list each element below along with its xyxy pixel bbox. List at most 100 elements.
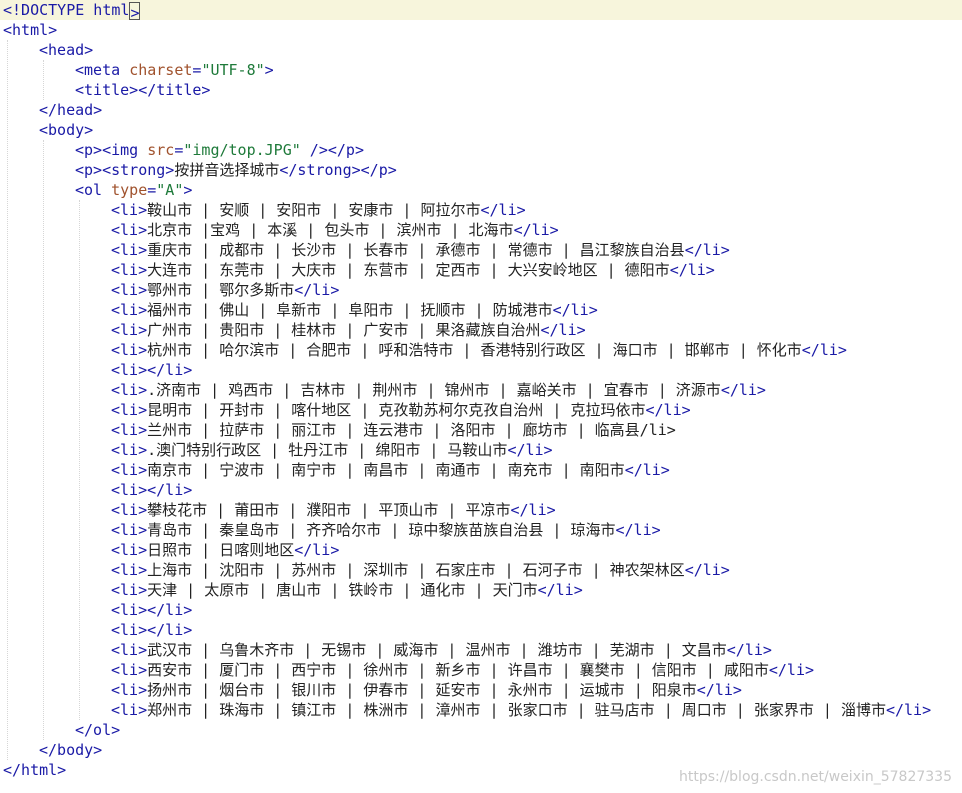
code-line: <li></li> (0, 480, 192, 500)
code-token: </strong></p> (279, 161, 397, 179)
code-line: <p><strong>按拼音选择城市</strong></p> (0, 160, 397, 180)
code-token: "A" (156, 181, 184, 199)
code-token: <li> (111, 581, 148, 599)
code-token: <li> (111, 241, 148, 259)
code-line: <li>杭州市 | 哈尔滨市 | 合肥市 | 呼和浩特市 | 香港特别行政区 |… (0, 340, 847, 360)
code-line: <li>青岛市 | 秦皇岛市 | 齐齐哈尔市 | 琼中黎族苗族自治县 | 琼海市… (0, 520, 661, 540)
code-line: <li>.澳门特别行政区 | 牡丹江市 | 绵阳市 | 马鞍山市</li> (0, 440, 553, 460)
code-text: 日照市 | 日喀则地区 (147, 541, 295, 559)
code-token: </li> (624, 461, 670, 479)
code-line: <p><img src="img/top.JPG" /></p> (0, 140, 364, 160)
code-line: <ol type="A"> (0, 180, 192, 200)
code-line: <li>天津 | 太原市 | 唐山市 | 铁岭市 | 通化市 | 天门市</li… (0, 580, 583, 600)
code-token: "UTF-8" (201, 61, 265, 79)
code-token: <p><img (75, 141, 148, 159)
code-line: </head> (0, 100, 102, 120)
code-token: type (111, 181, 148, 199)
code-token: <li></li> (111, 601, 193, 619)
code-line: <body> (0, 120, 93, 140)
code-token: <li> (111, 381, 148, 399)
code-token: </ol> (75, 721, 121, 739)
code-line: <li>广州市 | 贵阳市 | 桂林市 | 广安市 | 果洛藏族自治州</li> (0, 320, 586, 340)
code-token: <li></li> (111, 481, 193, 499)
code-token: /></p> (300, 141, 364, 159)
code-token: </li> (645, 401, 691, 419)
code-line: </html> (0, 760, 66, 780)
code-line: <li></li> (0, 620, 192, 640)
code-token: </li> (294, 541, 340, 559)
code-token: "img/top.JPG" (183, 141, 301, 159)
code-text: 鞍山市 | 安顺 | 安阳市 | 安康市 | 阿拉尔市 (147, 201, 481, 219)
code-text: 杭州市 | 哈尔滨市 | 合肥市 | 呼和浩特市 | 香港特别行政区 | 海口市… (147, 341, 802, 359)
code-text: 上海市 | 沈阳市 | 苏州市 | 深圳市 | 石家庄市 | 石河子市 | 神农… (147, 561, 685, 579)
code-token: <ol (75, 181, 112, 199)
code-token: </li> (540, 321, 586, 339)
code-token: <li> (111, 641, 148, 659)
code-line: <li>.济南市 | 鸡西市 | 吉林市 | 荆州市 | 锦州市 | 嘉峪关市 … (0, 380, 766, 400)
code-text: 武汉市 | 乌鲁木齐市 | 无锡市 | 威海市 | 温州市 | 潍坊市 | 芜湖… (147, 641, 727, 659)
code-text: .澳门特别行政区 | 牡丹江市 | 绵阳市 | 马鞍山市 (147, 441, 508, 459)
code-token: <!DOCTYPE html (3, 1, 130, 19)
code-text: 重庆市 | 成都市 | 长沙市 | 长春市 | 承德市 | 常德市 | 昌江黎族… (147, 241, 685, 259)
code-line: <li>攀枝花市 | 莆田市 | 濮阳市 | 平顶山市 | 平凉市</li> (0, 500, 556, 520)
code-line: <li>重庆市 | 成都市 | 长沙市 | 长春市 | 承德市 | 常德市 | … (0, 240, 730, 260)
code-line: <li>南京市 | 宁波市 | 南宁市 | 南昌市 | 南通市 | 南充市 | … (0, 460, 670, 480)
code-token: src (147, 141, 175, 159)
code-token: <li> (111, 541, 148, 559)
code-token: </li> (801, 341, 847, 359)
code-line: <!DOCTYPE html> (0, 0, 962, 22)
code-line: <li>福州市 | 佛山 | 阜新市 | 阜阳市 | 抚顺市 | 防城港市</l… (0, 300, 598, 320)
code-token: </li> (684, 241, 730, 259)
code-token: </li> (726, 641, 772, 659)
code-token: <li> (111, 441, 148, 459)
code-token: <li> (111, 401, 148, 419)
code-token: <li> (111, 321, 148, 339)
code-line: </ol> (0, 720, 120, 740)
code-token: <li> (111, 281, 148, 299)
code-text: 兰州市 | 拉萨市 | 丽江市 | 连云港市 | 洛阳市 | 廊坊市 | 临高县… (147, 421, 676, 439)
code-token: </li> (768, 661, 815, 679)
code-token: <li> (111, 201, 148, 219)
code-token: </li> (615, 521, 661, 539)
code-text: 广州市 | 贵阳市 | 桂林市 | 广安市 | 果洛藏族自治州 (147, 321, 541, 339)
code-text: 按拼音选择城市 (174, 161, 280, 179)
code-token: <li> (111, 221, 148, 239)
code-text: 攀枝花市 | 莆田市 | 濮阳市 | 平顶山市 | 平凉市 (147, 501, 511, 519)
code-line: <li>北京市 |宝鸡 | 本溪 | 包头市 | 滨州市 | 北海市</li> (0, 220, 559, 240)
code-line: <title></title> (0, 80, 210, 100)
code-token: <li> (111, 301, 148, 319)
code-text: 鄂州市 | 鄂尔多斯市 (147, 281, 295, 299)
code-token: </body> (39, 741, 103, 759)
code-token: <li> (111, 421, 148, 439)
code-line: <html> (0, 20, 57, 40)
code-token: <li> (111, 661, 148, 679)
code-token: <li> (111, 681, 148, 699)
code-token: </html> (3, 761, 67, 779)
code-token: </li> (684, 561, 730, 579)
code-token: </li> (510, 501, 556, 519)
code-text: 天津 | 太原市 | 唐山市 | 铁岭市 | 通化市 | 天门市 (147, 581, 538, 599)
code-line: <li>昆明市 | 开封市 | 喀什地区 | 克孜勒苏柯尔克孜自治州 | 克拉玛… (0, 400, 691, 420)
code-line: <li>大连市 | 东莞市 | 大庆市 | 东营市 | 定西市 | 大兴安岭地区… (0, 260, 715, 280)
code-editor[interactable]: <!DOCTYPE html> <html> <head> <meta charset… (0, 0, 962, 793)
watermark: https://blog.csdn.net/weixin_57827335 (678, 769, 952, 785)
code-token: </li> (696, 681, 742, 699)
code-text: 西安市 | 厦门市 | 西宁市 | 徐州市 | 新乡市 | 许昌市 | 襄樊市 … (147, 661, 769, 679)
code-text: 北京市 |宝鸡 | 本溪 | 包头市 | 滨州市 | 北海市 (147, 221, 514, 239)
code-token: > (264, 61, 274, 79)
code-text: 昆明市 | 开封市 | 喀什地区 | 克孜勒苏柯尔克孜自治州 | 克拉玛依市 (147, 401, 646, 419)
code-token: <li> (111, 501, 148, 519)
code-token: <li> (111, 461, 148, 479)
code-token: <li> (111, 701, 148, 719)
code-text: 福州市 | 佛山 | 阜新市 | 阜阳市 | 抚顺市 | 防城港市 (147, 301, 553, 319)
code-text: 大连市 | 东莞市 | 大庆市 | 东营市 | 定西市 | 大兴安岭地区 | 德… (147, 261, 670, 279)
code-token: <title></title> (75, 81, 211, 99)
code-text: .济南市 | 鸡西市 | 吉林市 | 荆州市 | 锦州市 | 嘉峪关市 | 宜春… (147, 381, 721, 399)
code-token: </li> (720, 381, 766, 399)
code-token: </li> (885, 701, 932, 719)
code-text: 青岛市 | 秦皇岛市 | 齐齐哈尔市 | 琼中黎族苗族自治县 | 琼海市 (147, 521, 616, 539)
code-token: </li> (480, 201, 526, 219)
code-token: <body> (39, 121, 94, 139)
code-line: <li>兰州市 | 拉萨市 | 丽江市 | 连云港市 | 洛阳市 | 廊坊市 |… (0, 420, 676, 440)
code-token: <li></li> (111, 621, 193, 639)
